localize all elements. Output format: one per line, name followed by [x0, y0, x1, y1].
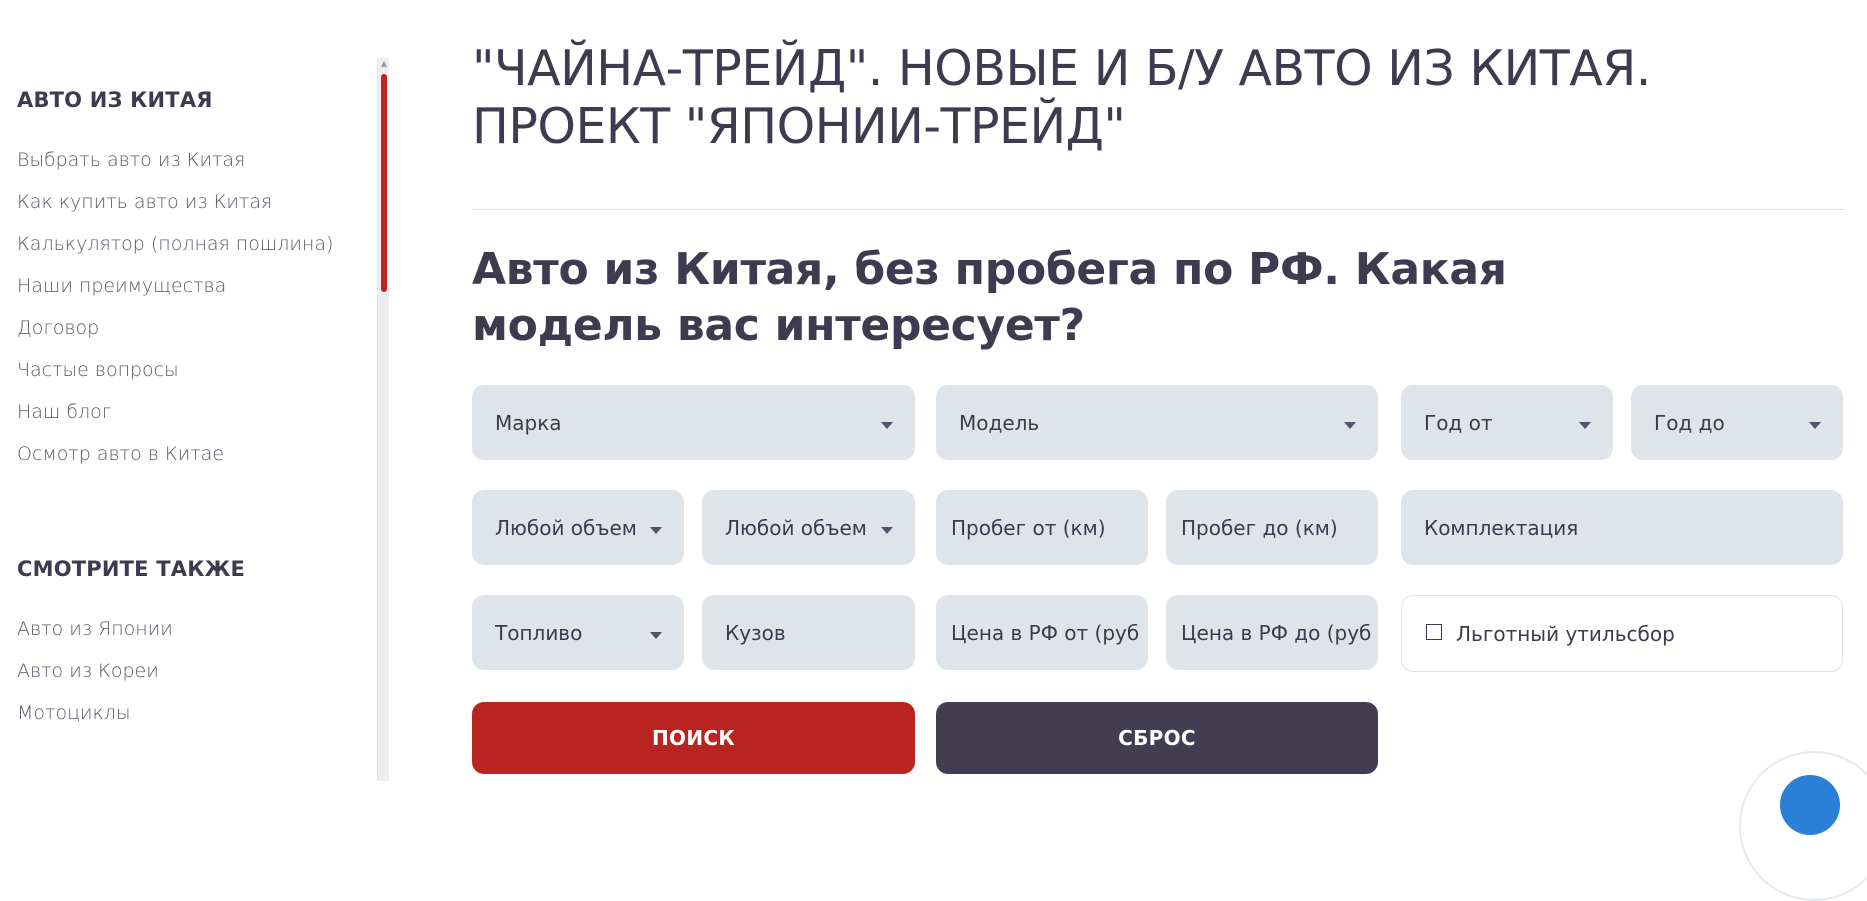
chevron-down-icon: [650, 527, 662, 534]
checkbox-icon[interactable]: [1426, 623, 1442, 640]
mileage-from-placeholder: Пробег от (км): [951, 515, 1106, 540]
util-fee-label: Льготный утильсбор: [1456, 621, 1675, 646]
trim-placeholder: Комплектация: [1424, 515, 1579, 540]
volume-from-select[interactable]: Любой объем: [472, 490, 684, 565]
sidebar-item-faq[interactable]: Частые вопросы: [17, 355, 333, 397]
sidebar-item-how-to-buy[interactable]: Как купить авто из Китая: [17, 187, 333, 229]
chevron-down-icon: [1344, 422, 1356, 429]
price-to-input[interactable]: Цена в РФ до (руб: [1166, 595, 1378, 670]
model-select[interactable]: Модель: [936, 385, 1378, 460]
chat-widget-icon[interactable]: [1780, 775, 1840, 835]
volume-from-select-label: Любой объем: [495, 515, 637, 540]
price-to-placeholder: Цена в РФ до (руб: [1181, 620, 1372, 645]
scroll-up-arrow-icon[interactable]: ▲: [378, 58, 390, 70]
chevron-down-icon: [650, 632, 662, 639]
mileage-to-input[interactable]: Пробег до (км): [1166, 490, 1378, 565]
sidebar-section-title-china: АВТО ИЗ КИТАЯ: [17, 88, 213, 112]
price-from-placeholder: Цена в РФ от (руб: [951, 620, 1140, 645]
year-from-select-label: Год от: [1424, 410, 1493, 435]
sidebar-item-korea[interactable]: Авто из Кореи: [17, 656, 173, 698]
brand-select[interactable]: Марка: [472, 385, 915, 460]
divider: [472, 209, 1844, 210]
sidebar-item-advantages[interactable]: Наши преимущества: [17, 271, 333, 313]
util-fee-checkbox[interactable]: Льготный утильсбор: [1401, 595, 1843, 672]
body-input[interactable]: Кузов: [702, 595, 915, 670]
sidebar-item-choose-car[interactable]: Выбрать авто из Китая: [17, 145, 333, 187]
sidebar: АВТО ИЗ КИТАЯ Выбрать авто из Китая Как …: [0, 0, 389, 781]
mileage-to-placeholder: Пробег до (км): [1181, 515, 1338, 540]
body-placeholder: Кузов: [725, 620, 786, 645]
chevron-down-icon: [881, 422, 893, 429]
volume-to-select[interactable]: Любой объем: [702, 490, 915, 565]
sidebar-scrollbar[interactable]: ▲: [377, 58, 389, 781]
sidebar-item-calculator[interactable]: Калькулятор (полная пошлина): [17, 229, 333, 271]
sidebar-menu-see-also: Авто из Японии Авто из Кореи Мотоциклы: [17, 614, 173, 740]
model-select-label: Модель: [959, 410, 1040, 435]
page-subtitle: Авто из Китая, без пробега по РФ. Какая …: [472, 244, 1507, 351]
brand-select-label: Марка: [495, 410, 562, 435]
sidebar-scrollbar-thumb[interactable]: [381, 74, 387, 292]
page-title: "ЧАЙНА-ТРЕЙД". НОВЫЕ И Б/У АВТО ИЗ КИТАЯ…: [472, 40, 1651, 155]
search-button[interactable]: ПОИСК: [472, 702, 915, 774]
year-to-select[interactable]: Год до: [1631, 385, 1843, 460]
chevron-down-icon: [1809, 422, 1821, 429]
chevron-down-icon: [1579, 422, 1591, 429]
trim-input[interactable]: Комплектация: [1401, 490, 1843, 565]
price-from-input[interactable]: Цена в РФ от (руб: [936, 595, 1148, 670]
reset-button[interactable]: СБРОС: [936, 702, 1378, 774]
sidebar-item-contract[interactable]: Договор: [17, 313, 333, 355]
year-from-select[interactable]: Год от: [1401, 385, 1613, 460]
mileage-from-input[interactable]: Пробег от (км): [936, 490, 1148, 565]
fuel-select[interactable]: Топливо: [472, 595, 684, 670]
year-to-select-label: Год до: [1654, 410, 1725, 435]
sidebar-item-japan[interactable]: Авто из Японии: [17, 614, 173, 656]
volume-to-select-label: Любой объем: [725, 515, 867, 540]
sidebar-section-title-see-also: СМОТРИТЕ ТАКЖЕ: [17, 557, 246, 581]
chevron-down-icon: [881, 527, 893, 534]
sidebar-item-motorcycles[interactable]: Мотоциклы: [17, 698, 173, 740]
sidebar-item-inspection[interactable]: Осмотр авто в Китае: [17, 439, 333, 481]
sidebar-item-blog[interactable]: Наш блог: [17, 397, 333, 439]
sidebar-menu-china: Выбрать авто из Китая Как купить авто из…: [17, 145, 333, 481]
fuel-select-label: Топливо: [495, 620, 583, 645]
